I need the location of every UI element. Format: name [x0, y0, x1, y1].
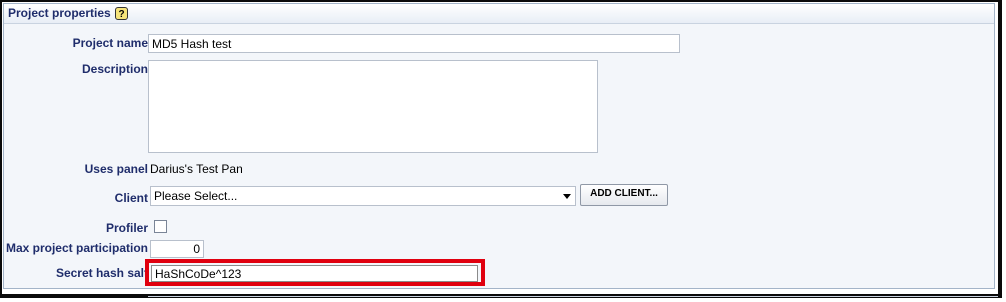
help-icon[interactable]: ?	[115, 7, 128, 20]
profiler-label: Profiler	[105, 221, 148, 235]
max-participation-input[interactable]	[150, 240, 204, 258]
uses-panel-value: Darius's Test Panel	[150, 162, 242, 176]
panel-title: Project properties	[8, 6, 111, 20]
secret-hash-salt-input[interactable]	[151, 265, 478, 282]
uses-panel-label: Uses panel	[84, 162, 148, 176]
project-name-label: Project name	[72, 36, 148, 50]
panel-header: Project properties ?	[4, 4, 994, 24]
secret-hash-salt-label: Secret hash salt	[55, 266, 148, 280]
client-select[interactable]: Please Select...	[150, 186, 576, 206]
divider	[148, 296, 998, 297]
project-name-input[interactable]	[148, 34, 680, 53]
description-label: Description	[81, 62, 148, 76]
max-participation-label: Max project participation	[5, 241, 148, 255]
profiler-checkbox[interactable]	[154, 220, 167, 233]
add-client-button[interactable]: ADD CLIENT...	[580, 184, 668, 206]
client-selected-value: Please Select...	[154, 189, 238, 203]
chevron-down-icon	[563, 194, 571, 199]
description-textarea[interactable]	[148, 60, 598, 153]
client-label: Client	[114, 191, 148, 205]
